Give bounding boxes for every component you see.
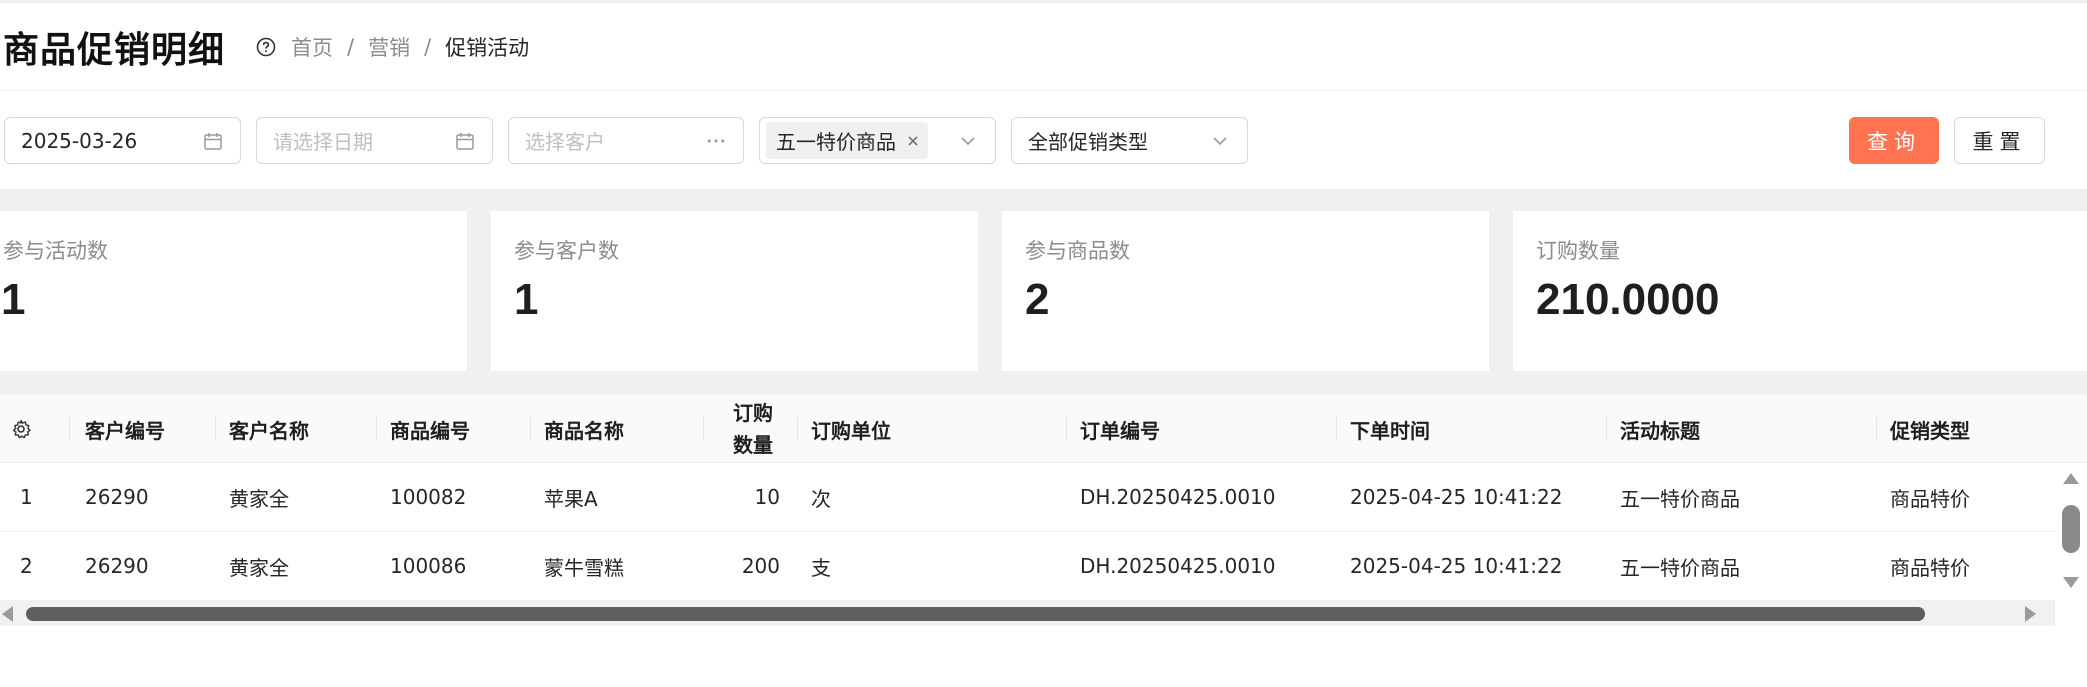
breadcrumb: 首页 / 营销 / 促销活动	[291, 32, 529, 62]
cell-promo-type: 商品特价	[1890, 555, 1970, 580]
scroll-left-icon[interactable]	[2, 606, 13, 622]
start-date-value: 2025-03-26	[21, 128, 138, 153]
horizontal-scroll-thumb[interactable]	[26, 607, 1925, 621]
customer-select[interactable]: 选择客户	[508, 117, 744, 164]
promotion-detail-table: 客户编号 客户名称 商品编号 商品名称 订购 数量 订购单位 订单编号 下单时间…	[0, 395, 2087, 630]
stat-card-quantity: 订购数量 210.0000	[1513, 211, 2087, 371]
cell-quantity: 10	[754, 485, 780, 509]
scroll-down-icon[interactable]	[2063, 577, 2079, 588]
column-header-product-name[interactable]: 商品名称	[530, 395, 624, 463]
cell-order-no: DH.20250425.0010	[1080, 554, 1276, 578]
vertical-scrollbar[interactable]	[2055, 463, 2087, 601]
stat-value: 2	[1025, 275, 1050, 324]
column-header-unit[interactable]: 订购单位	[797, 395, 891, 463]
activity-tag: 五一特价商品	[766, 122, 928, 159]
cell-product-name: 蒙牛雪糕	[544, 555, 624, 580]
scroll-right-icon[interactable]	[2025, 606, 2036, 622]
cell-quantity: 200	[741, 554, 780, 578]
stat-label: 参与商品数	[1025, 239, 1130, 263]
customer-placeholder: 选择客户	[525, 130, 605, 154]
stat-card-activities: 参与活动数 1	[0, 211, 467, 371]
promo-type-select[interactable]: 全部促销类型	[1011, 117, 1248, 164]
cell-order-time: 2025-04-25 10:41:22	[1350, 554, 1563, 578]
calendar-icon	[454, 130, 476, 152]
cell-product-code: 100086	[390, 554, 467, 578]
query-button[interactable]: 查询	[1849, 117, 1939, 164]
page-header: 商品促销明细 首页 / 营销 / 促销活动	[0, 3, 2087, 91]
table-row[interactable]: 1 26290 黄家全 100082 苹果A 10 次 DH.20250425.…	[0, 463, 2055, 532]
end-date-placeholder: 请选择日期	[273, 130, 373, 154]
table-row[interactable]: 2 26290 黄家全 100086 蒙牛雪糕 200 支 DH.2025042…	[0, 532, 2055, 601]
cell-promo-type: 商品特价	[1890, 486, 1970, 511]
cell-customer-code: 26290	[85, 554, 149, 578]
cell-customer-code: 26290	[85, 485, 149, 509]
cell-activity-title: 五一特价商品	[1620, 486, 1740, 511]
cell-customer-name: 黄家全	[229, 486, 289, 511]
cell-activity-title: 五一特价商品	[1620, 555, 1740, 580]
start-date-picker[interactable]: 2025-03-26	[4, 117, 241, 164]
column-header-quantity[interactable]: 订购 数量	[703, 395, 773, 463]
cell-product-name: 苹果A	[544, 486, 598, 511]
stat-value: 1	[1, 275, 26, 324]
breadcrumb-separator: /	[347, 34, 355, 59]
calendar-icon	[202, 130, 224, 152]
cell-unit: 次	[811, 486, 831, 511]
breadcrumb-marketing[interactable]: 营销	[368, 32, 410, 62]
gear-icon[interactable]	[10, 418, 32, 440]
chevron-down-icon	[957, 130, 979, 152]
column-header-product-code[interactable]: 商品编号	[376, 395, 470, 463]
chevron-down-icon	[1209, 130, 1231, 152]
stat-label: 参与客户数	[514, 239, 619, 263]
stat-card-customers: 参与客户数 1	[491, 211, 978, 371]
stat-card-products: 参与商品数 2	[1002, 211, 1489, 371]
stat-label: 订购数量	[1536, 239, 1620, 263]
page-title: 商品促销明细	[3, 29, 226, 71]
stats-panel: 参与活动数 1 参与客户数 1 参与商品数 2 订购数量 210.0000	[0, 189, 2087, 395]
column-header-order-time[interactable]: 下单时间	[1336, 395, 1430, 463]
vertical-scroll-thumb[interactable]	[2062, 505, 2080, 553]
stat-label: 参与活动数	[3, 239, 108, 263]
horizontal-scrollbar[interactable]	[0, 601, 2055, 626]
help-icon[interactable]	[255, 36, 277, 58]
breadcrumb-current: 促销活动	[445, 35, 530, 60]
breadcrumb-home[interactable]: 首页	[291, 32, 333, 62]
stat-value: 1	[514, 275, 539, 324]
activity-tag-label: 五一特价商品	[776, 130, 896, 154]
cell-order-no: DH.20250425.0010	[1080, 485, 1276, 509]
reset-button[interactable]: 重置	[1954, 117, 2045, 164]
end-date-picker[interactable]: 请选择日期	[256, 117, 493, 164]
cell-product-code: 100082	[390, 485, 467, 509]
table-header: 客户编号 客户名称 商品编号 商品名称 订购 数量 订购单位 订单编号 下单时间…	[0, 395, 2087, 463]
column-header-customer-code[interactable]: 客户编号	[69, 395, 165, 463]
stat-value: 210.0000	[1536, 275, 1720, 324]
cell-order-time: 2025-04-25 10:41:22	[1350, 485, 1563, 509]
row-index: 2	[20, 554, 33, 578]
promo-type-value: 全部促销类型	[1028, 130, 1148, 154]
activity-select[interactable]: 五一特价商品	[759, 117, 996, 164]
row-index: 1	[20, 485, 33, 509]
column-header-promo-type[interactable]: 促销类型	[1876, 395, 1970, 463]
cell-unit: 支	[811, 555, 831, 580]
column-header-customer-name[interactable]: 客户名称	[215, 395, 309, 463]
close-icon[interactable]	[906, 134, 920, 148]
scroll-up-icon[interactable]	[2063, 473, 2079, 484]
filter-bar: 2025-03-26 请选择日期 选择客户 五一特价商品 全部促销类型 查询 重…	[0, 92, 2087, 188]
column-header-order-no[interactable]: 订单编号	[1066, 395, 1160, 463]
more-icon[interactable]	[705, 130, 727, 152]
column-header-activity-title[interactable]: 活动标题	[1606, 395, 1700, 463]
cell-customer-name: 黄家全	[229, 555, 289, 580]
breadcrumb-separator: /	[424, 34, 432, 59]
